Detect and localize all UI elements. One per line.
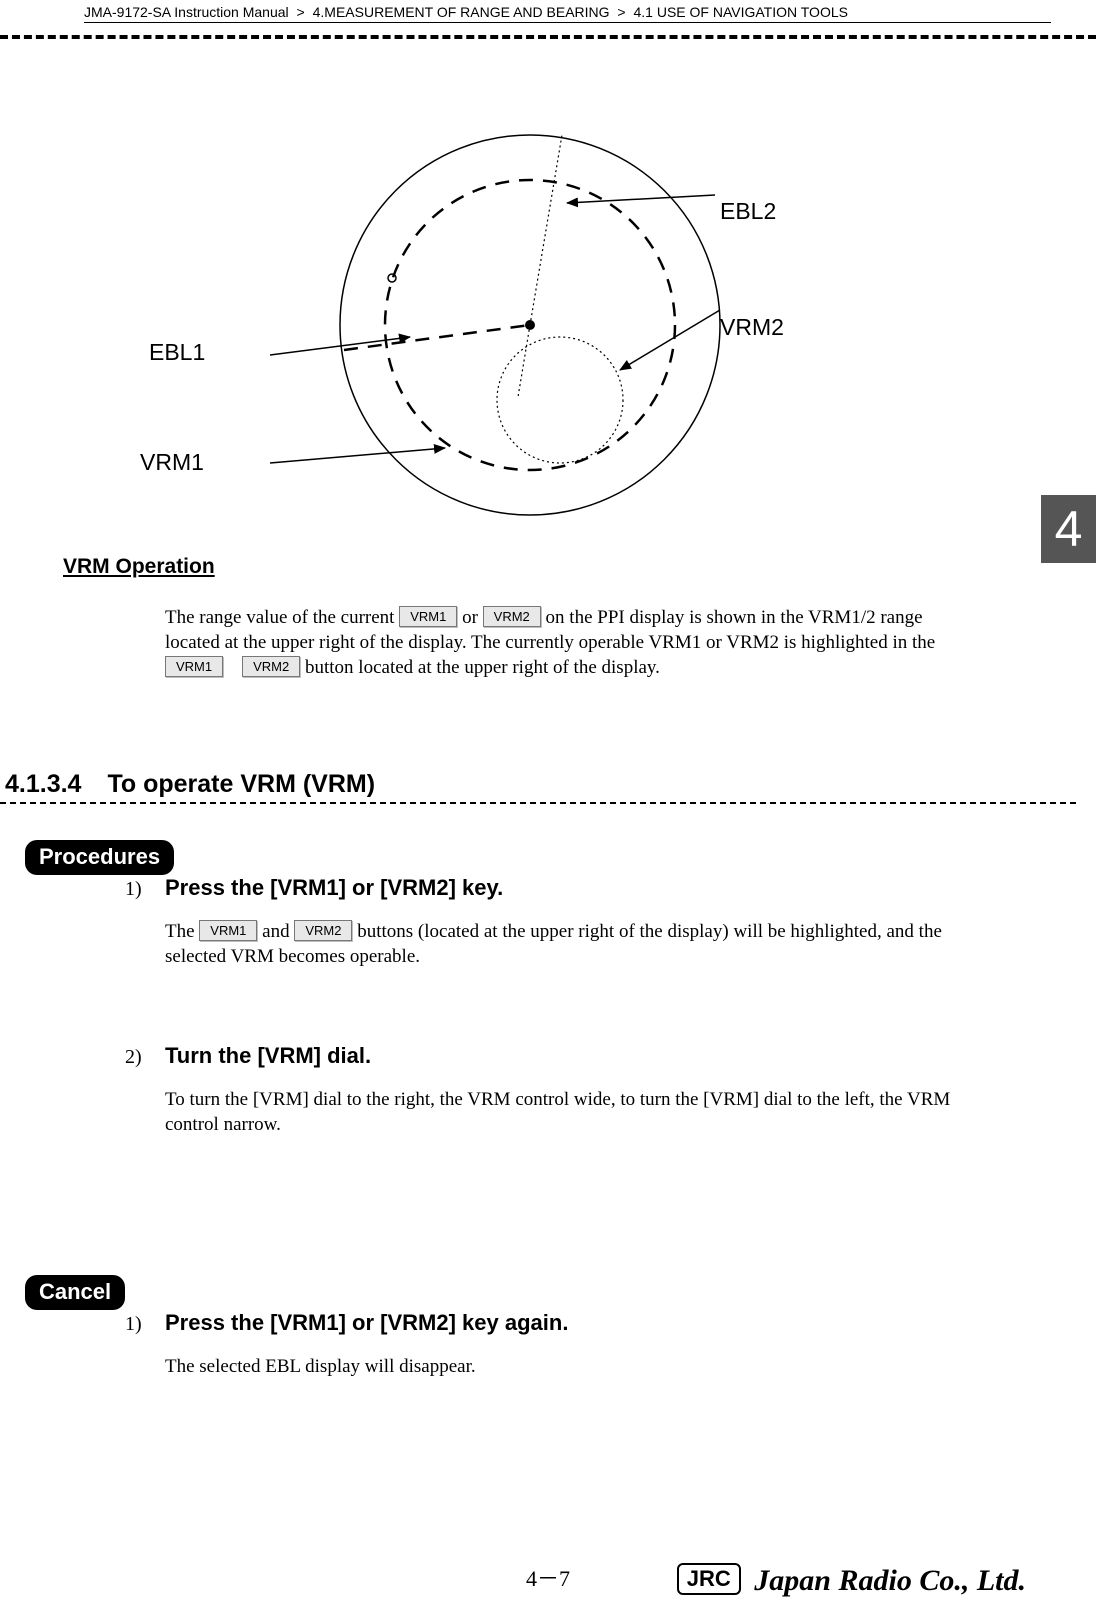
- subsection-number: 4.1.3.4: [5, 770, 81, 798]
- jrc-box: JRC: [677, 1563, 741, 1595]
- vrm-op-text-4: button located at the upper right of the…: [305, 657, 660, 678]
- cancel-pill: Cancel: [25, 1275, 125, 1310]
- chapter-tab: 4: [1041, 495, 1096, 563]
- header-breadcrumb: JMA-9172-SA Instruction Manual > 4.MEASU…: [84, 4, 1051, 23]
- label-ebl2: EBL2: [720, 198, 776, 225]
- step2-title: Turn the [VRM] dial.: [165, 1043, 371, 1068]
- brand-name: Japan Radio Co., Ltd.: [754, 1564, 1026, 1597]
- step2-body: To turn the [VRM] dial to the right, the…: [165, 1087, 965, 1137]
- cancel-step1-title: Press the [VRM1] or [VRM2] key again.: [165, 1310, 568, 1335]
- procedures-pill: Procedures: [25, 840, 174, 875]
- breadcrumb-sep-1: >: [297, 4, 305, 20]
- step2-number: 2): [125, 1046, 153, 1069]
- chapter-title: 4.MEASUREMENT OF RANGE AND BEARING: [313, 4, 610, 20]
- top-dashed-rule: [0, 35, 1096, 39]
- breadcrumb-sep-2: >: [617, 4, 625, 20]
- label-ebl1: EBL1: [149, 339, 205, 366]
- section-title: 4.1 USE OF NAVIGATION TOOLS: [634, 4, 848, 20]
- vrm-operation-body: The range value of the current VRM1 or V…: [165, 605, 965, 680]
- label-vrm1: VRM1: [140, 449, 204, 476]
- vrm1-button-inline: VRM1: [399, 606, 457, 627]
- vrm1-button-inline-2: VRM1: [165, 656, 223, 677]
- subsection-dashed-rule: [0, 802, 1076, 804]
- vrm2-button-inline: VRM2: [483, 606, 541, 627]
- step1-vrm2-btn: VRM2: [294, 920, 352, 941]
- step1-vrm1-btn: VRM1: [199, 920, 257, 941]
- cancel-label: Cancel: [25, 1275, 125, 1310]
- vrm-op-text-2: or: [462, 607, 483, 628]
- vrm-op-text-1: The range value of the current: [165, 607, 399, 628]
- manual-title: JMA-9172-SA Instruction Manual: [84, 4, 289, 20]
- vrm2-button-inline-2: VRM2: [242, 656, 300, 677]
- step1-text-2: and: [262, 921, 294, 942]
- cancel-step1-number: 1): [125, 1313, 153, 1336]
- brand-logo: JRC Japan Radio Co., Ltd.: [677, 1563, 1026, 1598]
- vrm-operation-heading: VRM Operation: [63, 555, 215, 579]
- label-vrm2: VRM2: [720, 314, 784, 341]
- cancel-step1-body: The selected EBL display will disappear.: [165, 1354, 965, 1379]
- procedures-label: Procedures: [25, 840, 174, 875]
- radar-diagram: [270, 115, 740, 525]
- step1-body: The VRM1 and VRM2 buttons (located at th…: [165, 919, 965, 969]
- step1-title: Press the [VRM1] or [VRM2] key.: [165, 875, 503, 900]
- step1-number: 1): [125, 878, 153, 901]
- step1-text-1: The: [165, 921, 199, 942]
- subsection-title: To operate VRM (VRM): [107, 770, 375, 798]
